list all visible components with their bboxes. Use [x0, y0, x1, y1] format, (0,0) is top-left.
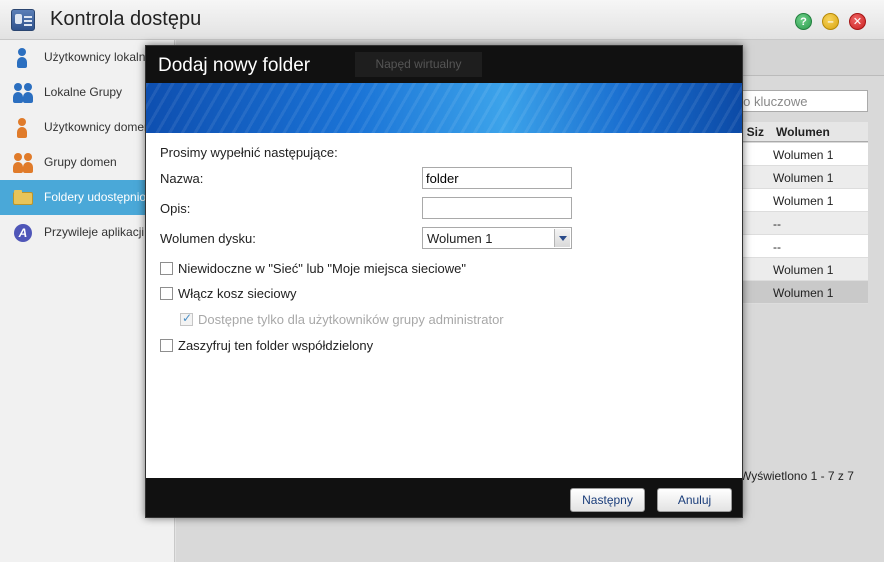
add-folder-dialog: Dodaj nowy folder Napęd wirtualny Prosim… [145, 45, 743, 518]
close-button[interactable]: ✕ [849, 13, 866, 30]
dialog-titlebar: Dodaj nowy folder Napęd wirtualny [146, 46, 742, 83]
description-field[interactable] [422, 197, 572, 219]
column-header-volume[interactable]: Wolumen [776, 125, 830, 139]
users-group-icon [13, 83, 33, 103]
minimize-button[interactable]: – [822, 13, 839, 30]
recycle-bin-label: Włącz kosz sieciowy [178, 286, 297, 301]
app-titlebar: Kontrola dostępu ? – ✕ [0, 0, 884, 40]
tab-virtual-drive[interactable]: Napęd wirtualny [355, 52, 482, 77]
dialog-title: Dodaj nowy folder [158, 55, 311, 76]
form-intro: Prosimy wypełnić następujące: [160, 145, 338, 160]
hide-network-label: Niewidoczne w "Sieć" lub "Moje miejsca s… [178, 261, 466, 276]
sidebar-item-label: Lokalne Grupy [44, 85, 123, 99]
encrypt-folder-label: Zaszyfruj ten folder współdzielony [178, 338, 374, 353]
name-field[interactable] [422, 167, 572, 189]
volume-select-value: Wolumen 1 [427, 231, 493, 246]
domain-user-icon [13, 118, 33, 138]
shared-folder-icon [13, 188, 33, 208]
sidebar-item-label: Przywileje aplikacji [44, 225, 145, 239]
cancel-button[interactable]: Anuluj [657, 488, 732, 512]
admin-only-checkbox [180, 311, 193, 326]
recycle-bin-checkbox[interactable] [160, 287, 173, 300]
description-label: Opis: [160, 201, 191, 216]
volume-label: Wolumen dysku: [160, 231, 256, 246]
dialog-body: Prosimy wypełnić następujące: Nazwa: Opi… [146, 133, 742, 478]
dialog-footer: Następny Anuluj [146, 478, 742, 517]
hide-network-checkbox[interactable] [160, 262, 173, 275]
volume-select[interactable]: Wolumen 1 [422, 227, 572, 249]
chevron-down-icon[interactable] [554, 229, 570, 247]
encrypt-folder-checkbox[interactable] [160, 339, 173, 352]
name-label: Nazwa: [160, 171, 204, 186]
sidebar-item-label: Użytkownicy domeny [44, 120, 157, 134]
user-icon [13, 48, 33, 68]
dialog-banner [146, 83, 742, 133]
admin-only-label: Dostępne tylko dla użytkowników grupy ad… [198, 312, 504, 327]
paging-info: Wyświetlono 1 - 7 z 7 [740, 469, 854, 483]
help-button[interactable]: ? [795, 13, 812, 30]
access-control-icon [11, 9, 35, 31]
app-privileges-icon: A [13, 223, 33, 243]
domain-group-icon [13, 153, 33, 173]
app-title: Kontrola dostępu [50, 8, 202, 30]
next-button[interactable]: Następny [570, 488, 645, 512]
sidebar-item-label: Użytkownicy lokalni [44, 50, 149, 64]
sidebar-item-label: Foldery udostępnione [44, 190, 160, 204]
sidebar-item-label: Grupy domen [44, 155, 117, 169]
